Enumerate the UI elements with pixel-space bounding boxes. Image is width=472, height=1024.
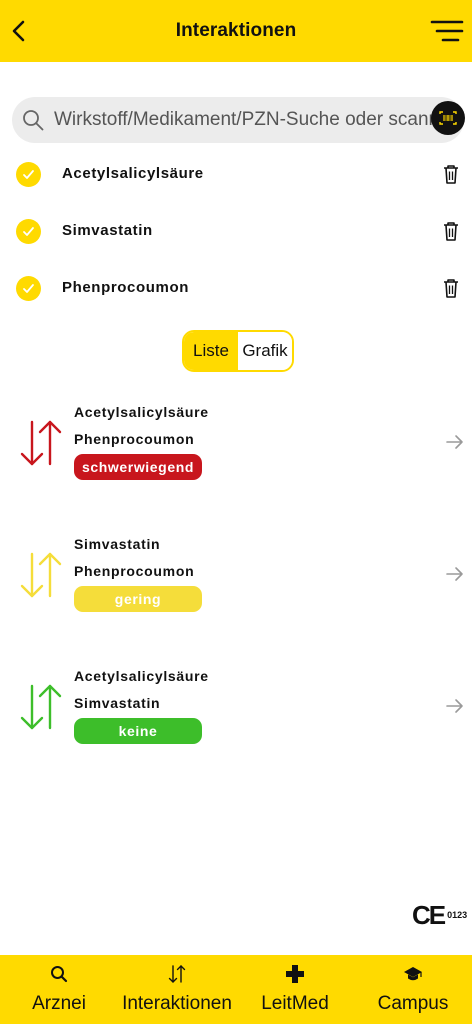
drug-b-name: Phenprocoumon [74,563,195,579]
arrow-right-icon[interactable] [445,696,465,716]
severity-badge: keine [74,718,202,744]
graduation-cap-icon [404,967,422,981]
severity-badge: gering [74,586,202,612]
tab-arznei[interactable]: Arznei [0,955,118,1024]
interaction-item[interactable]: Acetylsalicylsäure Simvastatin keine [0,668,472,758]
bottom-tab-bar: Arznei Interaktionen LeitMed Campus [0,955,472,1024]
tab-graph[interactable]: Grafik [238,332,292,370]
notified-body-number: 0123 [447,910,468,920]
severity-badge: schwerwiegend [74,454,202,480]
interaction-item[interactable]: Acetylsalicylsäure Phenprocoumon schwerw… [0,404,472,494]
interaction-arrows-icon [20,552,62,598]
interaction-arrows-icon [168,965,186,983]
ce-certification-mark: CE 0123 [412,900,468,930]
medical-cross-icon [286,965,304,983]
barcode-icon [439,111,457,125]
page-title: Interaktionen [175,20,297,41]
view-toggle: Liste Grafik [182,330,294,372]
trash-icon[interactable] [442,277,460,299]
tab-interaktionen[interactable]: Interaktionen [118,955,236,1024]
tab-leitmed[interactable]: LeitMed [236,955,354,1024]
medication-row: Acetylsalicylsäure [0,158,472,198]
medication-row: Simvastatin [0,215,472,255]
trash-icon[interactable] [442,220,460,242]
app-header: Interaktionen [0,0,472,62]
ce-logo: CE [412,899,446,930]
search-bar [12,97,464,143]
tab-list[interactable]: Liste [184,332,238,370]
arrow-right-icon[interactable] [445,564,465,584]
tab-campus[interactable]: Campus [354,955,472,1024]
check-icon[interactable] [16,276,41,301]
tab-label: Arznei [32,993,86,1014]
tab-label: Interaktionen [122,993,232,1014]
back-arrow-icon[interactable] [6,17,34,45]
medication-name: Phenprocoumon [62,279,189,296]
drug-b-name: Simvastatin [74,695,161,711]
search-icon [51,966,68,983]
tab-label: Campus [377,993,449,1014]
interaction-arrows-icon [20,420,62,466]
drug-a-name: Acetylsalicylsäure [74,668,209,684]
drug-b-name: Phenprocoumon [74,431,195,447]
arrow-right-icon[interactable] [445,432,465,452]
check-icon[interactable] [16,162,41,187]
search-icon [23,110,44,131]
trash-icon[interactable] [442,163,460,185]
search-input[interactable] [54,97,434,143]
interaction-arrows-icon [20,684,62,730]
barcode-scan-button[interactable] [431,101,465,135]
filter-menu-icon[interactable] [430,16,464,46]
medication-row: Phenprocoumon [0,272,472,312]
check-icon[interactable] [16,219,41,244]
tab-label: LeitMed [261,993,329,1014]
drug-a-name: Simvastatin [74,536,161,552]
medication-name: Simvastatin [62,222,153,239]
medication-name: Acetylsalicylsäure [62,165,204,182]
interaction-item[interactable]: Simvastatin Phenprocoumon gering [0,536,472,626]
drug-a-name: Acetylsalicylsäure [74,404,209,420]
